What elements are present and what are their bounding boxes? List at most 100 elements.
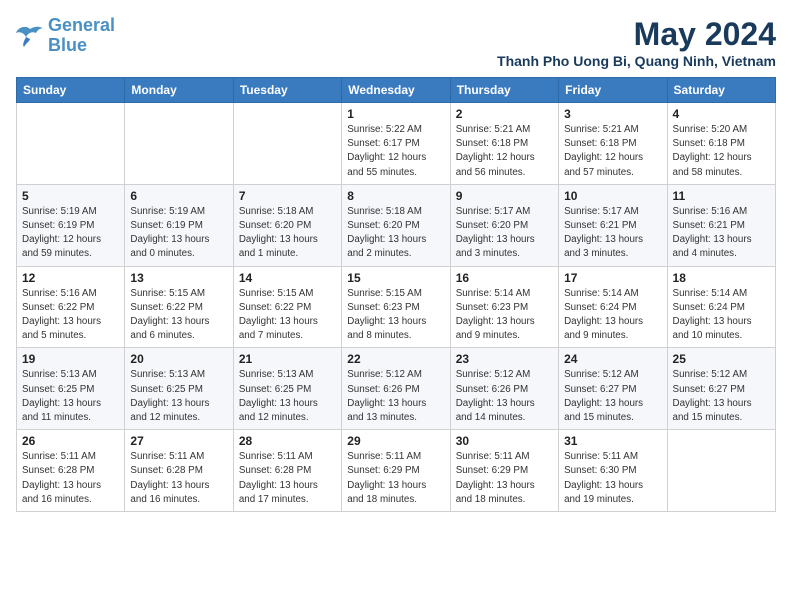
day-number: 1 (347, 107, 444, 121)
day-number: 9 (456, 189, 553, 203)
day-info: Sunrise: 5:15 AM Sunset: 6:22 PM Dayligh… (130, 287, 227, 344)
day-info: Sunrise: 5:18 AM Sunset: 6:20 PM Dayligh… (347, 205, 444, 262)
day-number: 31 (564, 434, 661, 448)
day-number: 4 (673, 107, 770, 121)
calendar-day-cell: 10 Sunrise: 5:17 AM Sunset: 6:21 PM Dayli… (559, 184, 667, 266)
calendar-week-row: 12 Sunrise: 5:16 AM Sunset: 6:22 PM Dayli… (17, 266, 776, 348)
day-number: 30 (456, 434, 553, 448)
logo-icon (16, 25, 44, 47)
calendar-day-cell: 4 Sunrise: 5:20 AM Sunset: 6:18 PM Daylig… (667, 103, 775, 185)
logo: General Blue (16, 16, 115, 56)
calendar-week-row: 1 Sunrise: 5:22 AM Sunset: 6:17 PM Daylig… (17, 103, 776, 185)
day-info: Sunrise: 5:11 AM Sunset: 6:29 PM Dayligh… (347, 450, 444, 507)
calendar-day-cell: 14Sunrise: 5:15 AM Sunset: 6:22 PM Dayli… (233, 266, 341, 348)
calendar-day-cell (125, 103, 233, 185)
calendar-day-cell: 7Sunrise: 5:18 AM Sunset: 6:20 PM Daylig… (233, 184, 341, 266)
day-info: Sunrise: 5:18 AM Sunset: 6:20 PM Dayligh… (239, 205, 336, 262)
calendar-day-cell: 28 Sunrise: 5:11 AM Sunset: 6:28 PM Dayli… (233, 430, 341, 512)
calendar-day-cell: 27 Sunrise: 5:11 AM Sunset: 6:28 PM Dayli… (125, 430, 233, 512)
day-number: 24 (564, 352, 661, 366)
day-number: 21 (239, 352, 336, 366)
weekday-header-tuesday: Tuesday (233, 78, 341, 103)
day-number: 6 (130, 189, 227, 203)
day-info: Sunrise: 5:11 AM Sunset: 6:28 PM Dayligh… (239, 450, 336, 507)
calendar-day-cell: 16Sunrise: 5:14 AM Sunset: 6:23 PM Dayli… (450, 266, 558, 348)
calendar-day-cell: 5 Sunrise: 5:19 AM Sunset: 6:19 PM Daylig… (17, 184, 125, 266)
weekday-header-wednesday: Wednesday (342, 78, 450, 103)
day-info: Sunrise: 5:13 AM Sunset: 6:25 PM Dayligh… (130, 368, 227, 425)
day-number: 2 (456, 107, 553, 121)
calendar-day-cell: 23 Sunrise: 5:12 AM Sunset: 6:26 PM Dayli… (450, 348, 558, 430)
calendar-day-cell: 31 Sunrise: 5:11 AM Sunset: 6:30 PM Dayli… (559, 430, 667, 512)
day-info: Sunrise: 5:11 AM Sunset: 6:28 PM Dayligh… (130, 450, 227, 507)
day-number: 27 (130, 434, 227, 448)
calendar-day-cell: 24 Sunrise: 5:12 AM Sunset: 6:27 PM Dayli… (559, 348, 667, 430)
calendar-day-cell: 25Sunrise: 5:12 AM Sunset: 6:27 PM Dayli… (667, 348, 775, 430)
day-number: 12 (22, 271, 119, 285)
day-info: Sunrise: 5:14 AM Sunset: 6:23 PM Dayligh… (456, 287, 553, 344)
day-info: Sunrise: 5:13 AM Sunset: 6:25 PM Dayligh… (239, 368, 336, 425)
day-info: Sunrise: 5:20 AM Sunset: 6:18 PM Dayligh… (673, 123, 770, 180)
day-info: Sunrise: 5:21 AM Sunset: 6:18 PM Dayligh… (456, 123, 553, 180)
weekday-header-friday: Friday (559, 78, 667, 103)
day-info: Sunrise: 5:16 AM Sunset: 6:21 PM Dayligh… (673, 205, 770, 262)
calendar-day-cell: 3Sunrise: 5:21 AM Sunset: 6:18 PM Daylig… (559, 103, 667, 185)
calendar-day-cell (233, 103, 341, 185)
day-number: 23 (456, 352, 553, 366)
calendar-week-row: 5 Sunrise: 5:19 AM Sunset: 6:19 PM Daylig… (17, 184, 776, 266)
day-info: Sunrise: 5:21 AM Sunset: 6:18 PM Dayligh… (564, 123, 661, 180)
day-info: Sunrise: 5:17 AM Sunset: 6:21 PM Dayligh… (564, 205, 661, 262)
calendar-day-cell: 29 Sunrise: 5:11 AM Sunset: 6:29 PM Dayli… (342, 430, 450, 512)
day-number: 14 (239, 271, 336, 285)
calendar-day-cell: 6Sunrise: 5:19 AM Sunset: 6:19 PM Daylig… (125, 184, 233, 266)
calendar-day-cell: 9 Sunrise: 5:17 AM Sunset: 6:20 PM Daylig… (450, 184, 558, 266)
day-number: 25 (673, 352, 770, 366)
day-number: 8 (347, 189, 444, 203)
day-info: Sunrise: 5:12 AM Sunset: 6:26 PM Dayligh… (347, 368, 444, 425)
calendar-day-cell: 19Sunrise: 5:13 AM Sunset: 6:25 PM Dayli… (17, 348, 125, 430)
logo-text: General Blue (48, 16, 115, 56)
calendar-day-cell: 30 Sunrise: 5:11 AM Sunset: 6:29 PM Dayli… (450, 430, 558, 512)
weekday-header-monday: Monday (125, 78, 233, 103)
calendar-day-cell: 22Sunrise: 5:12 AM Sunset: 6:26 PM Dayli… (342, 348, 450, 430)
calendar-week-row: 19Sunrise: 5:13 AM Sunset: 6:25 PM Dayli… (17, 348, 776, 430)
day-info: Sunrise: 5:14 AM Sunset: 6:24 PM Dayligh… (564, 287, 661, 344)
day-number: 10 (564, 189, 661, 203)
calendar-day-cell: 18 Sunrise: 5:14 AM Sunset: 6:24 PM Dayli… (667, 266, 775, 348)
day-number: 29 (347, 434, 444, 448)
day-number: 26 (22, 434, 119, 448)
title-area: May 2024 Thanh Pho Uong Bi, Quang Ninh, … (497, 16, 776, 69)
calendar-table: SundayMondayTuesdayWednesdayThursdayFrid… (16, 77, 776, 512)
day-info: Sunrise: 5:11 AM Sunset: 6:30 PM Dayligh… (564, 450, 661, 507)
day-number: 18 (673, 271, 770, 285)
day-number: 13 (130, 271, 227, 285)
weekday-header-row: SundayMondayTuesdayWednesdayThursdayFrid… (17, 78, 776, 103)
calendar-day-cell: 15 Sunrise: 5:15 AM Sunset: 6:23 PM Dayli… (342, 266, 450, 348)
calendar-day-cell (17, 103, 125, 185)
day-number: 11 (673, 189, 770, 203)
day-info: Sunrise: 5:22 AM Sunset: 6:17 PM Dayligh… (347, 123, 444, 180)
day-info: Sunrise: 5:12 AM Sunset: 6:26 PM Dayligh… (456, 368, 553, 425)
day-info: Sunrise: 5:11 AM Sunset: 6:29 PM Dayligh… (456, 450, 553, 507)
day-info: Sunrise: 5:14 AM Sunset: 6:24 PM Dayligh… (673, 287, 770, 344)
calendar-day-cell: 13 Sunrise: 5:15 AM Sunset: 6:22 PM Dayli… (125, 266, 233, 348)
day-number: 15 (347, 271, 444, 285)
calendar-day-cell: 21 Sunrise: 5:13 AM Sunset: 6:25 PM Dayli… (233, 348, 341, 430)
calendar-day-cell: 12 Sunrise: 5:16 AM Sunset: 6:22 PM Dayli… (17, 266, 125, 348)
day-info: Sunrise: 5:15 AM Sunset: 6:23 PM Dayligh… (347, 287, 444, 344)
day-info: Sunrise: 5:12 AM Sunset: 6:27 PM Dayligh… (564, 368, 661, 425)
location-subtitle: Thanh Pho Uong Bi, Quang Ninh, Vietnam (497, 53, 776, 69)
calendar-day-cell: 1 Sunrise: 5:22 AM Sunset: 6:17 PM Daylig… (342, 103, 450, 185)
calendar-week-row: 26 Sunrise: 5:11 AM Sunset: 6:28 PM Dayli… (17, 430, 776, 512)
weekday-header-saturday: Saturday (667, 78, 775, 103)
day-number: 28 (239, 434, 336, 448)
calendar-day-cell: 26Sunrise: 5:11 AM Sunset: 6:28 PM Dayli… (17, 430, 125, 512)
calendar-day-cell: 8 Sunrise: 5:18 AM Sunset: 6:20 PM Daylig… (342, 184, 450, 266)
month-year-title: May 2024 (497, 16, 776, 53)
day-number: 20 (130, 352, 227, 366)
day-info: Sunrise: 5:19 AM Sunset: 6:19 PM Dayligh… (22, 205, 119, 262)
day-number: 5 (22, 189, 119, 203)
day-info: Sunrise: 5:16 AM Sunset: 6:22 PM Dayligh… (22, 287, 119, 344)
day-info: Sunrise: 5:17 AM Sunset: 6:20 PM Dayligh… (456, 205, 553, 262)
day-number: 17 (564, 271, 661, 285)
